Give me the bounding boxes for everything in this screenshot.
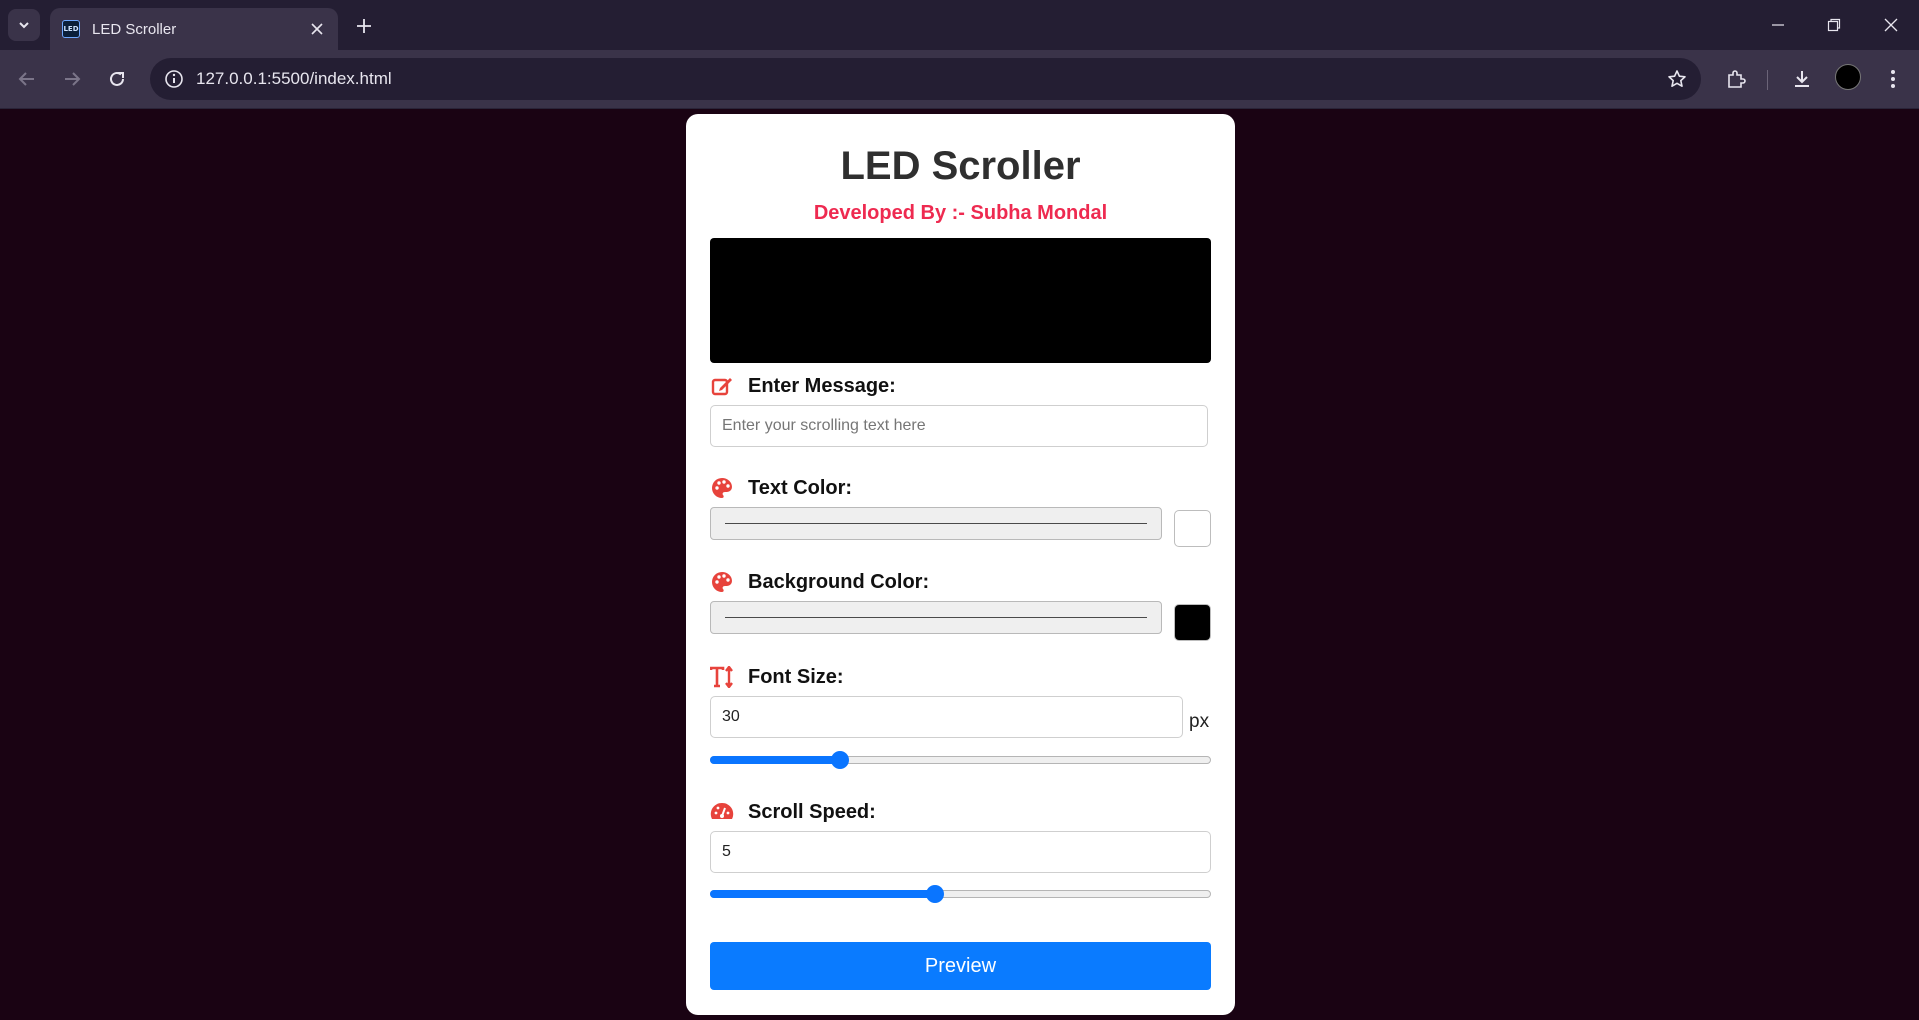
preview-button[interactable]: Preview	[710, 942, 1211, 990]
text-color-picker[interactable]	[710, 507, 1162, 540]
chevron-down-icon	[17, 18, 31, 32]
browser-tab-bar: LED LED Scroller	[0, 0, 1919, 50]
slider-thumb[interactable]	[831, 751, 850, 769]
close-icon	[311, 23, 323, 35]
developer-credit: Developed By :- Subha Mondal	[813, 202, 1108, 224]
extensions-button[interactable]	[1719, 62, 1753, 96]
minimize-button[interactable]	[1758, 8, 1798, 42]
browser-toolbar: 127.0.0.1:5500/index.html	[0, 50, 1919, 109]
url-text: 127.0.0.1:5500/index.html	[196, 69, 392, 88]
background-color-label: Background Color:	[710, 570, 929, 594]
scroll-speed-slider[interactable]	[710, 885, 1211, 903]
background-color-swatch[interactable]	[1174, 604, 1211, 641]
back-button[interactable]	[10, 62, 44, 96]
scroll-speed-label-text: Scroll Speed:	[748, 800, 876, 823]
browser-tab[interactable]: LED LED Scroller	[50, 8, 338, 50]
palette-icon	[710, 570, 734, 594]
toolbar-separator	[1767, 70, 1768, 90]
close-tab-button[interactable]	[304, 16, 330, 42]
reload-icon	[110, 71, 124, 86]
restore-button[interactable]	[1814, 8, 1854, 42]
restore-icon	[1827, 18, 1841, 32]
arrow-left-icon	[18, 72, 34, 86]
slider-fill	[710, 890, 936, 898]
arrow-right-icon	[65, 72, 81, 86]
font-size-unit: px	[1189, 711, 1210, 732]
font-size-label-text: Font Size:	[748, 665, 844, 688]
edit-icon	[710, 374, 734, 398]
font-size-slider[interactable]	[710, 751, 1211, 769]
text-color-label-text: Text Color:	[748, 476, 853, 499]
address-bar[interactable]: 127.0.0.1:5500/index.html	[150, 58, 1701, 100]
kebab-menu-icon	[1891, 70, 1895, 88]
slider-thumb[interactable]	[926, 885, 945, 903]
favicon-icon: LED	[62, 20, 80, 38]
site-info-icon[interactable]	[162, 67, 186, 91]
led-scroller-card: LED Scroller Developed By :- Subha Monda…	[686, 114, 1235, 1015]
tab-search-button[interactable]	[8, 9, 40, 41]
message-label: Enter Message:	[710, 374, 896, 398]
message-label-text: Enter Message:	[748, 374, 896, 397]
led-display	[710, 238, 1211, 363]
bookmark-star-icon[interactable]	[1665, 67, 1689, 91]
puzzle-icon	[1728, 70, 1746, 88]
palette-icon	[710, 476, 734, 500]
text-color-label: Text Color:	[710, 476, 852, 500]
font-size-input[interactable]	[710, 696, 1183, 738]
background-color-picker[interactable]	[710, 601, 1162, 634]
text-color-swatch[interactable]	[1174, 510, 1211, 547]
close-window-button[interactable]	[1871, 8, 1911, 42]
slider-fill	[710, 756, 841, 764]
download-icon	[1795, 71, 1809, 87]
page-title: LED Scroller	[840, 144, 1081, 188]
new-tab-button[interactable]	[350, 12, 378, 40]
menu-button[interactable]	[1876, 62, 1910, 96]
plus-icon	[357, 19, 371, 33]
profile-avatar[interactable]	[1835, 64, 1861, 90]
minimize-icon	[1772, 24, 1784, 26]
gauge-icon	[710, 800, 734, 824]
tab-title: LED Scroller	[92, 20, 177, 38]
close-icon	[1884, 18, 1898, 32]
scroll-speed-input[interactable]	[710, 831, 1211, 873]
text-height-icon	[710, 665, 734, 689]
scroll-speed-label: Scroll Speed:	[710, 800, 876, 824]
forward-button[interactable]	[55, 62, 89, 96]
message-input[interactable]	[710, 405, 1208, 447]
reload-button[interactable]	[100, 62, 134, 96]
font-size-label: Font Size:	[710, 665, 844, 689]
background-color-label-text: Background Color:	[748, 570, 930, 593]
downloads-button[interactable]	[1785, 62, 1819, 96]
